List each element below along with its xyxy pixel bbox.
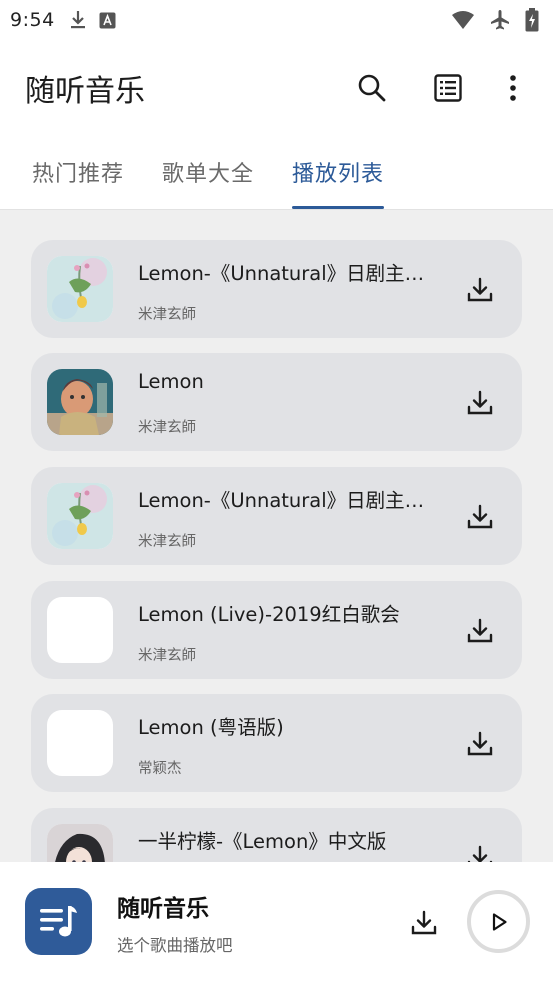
- status-bar: 9:54: [0, 0, 553, 40]
- album-cover: [47, 824, 113, 862]
- album-cover: [47, 597, 113, 663]
- album-cover: [47, 369, 113, 435]
- more-vert-icon: [510, 74, 516, 101]
- tab-playlists[interactable]: 歌单大全: [162, 135, 254, 209]
- download-button[interactable]: [462, 385, 498, 421]
- music-queue-icon: [39, 905, 77, 936]
- player-subtitle: 选个歌曲播放吧: [117, 936, 233, 955]
- app-bar: 随听音乐: [0, 40, 553, 135]
- download-icon: [467, 731, 493, 756]
- song-title: 一半柠檬-《Lemon》中文版: [138, 830, 387, 853]
- tab-play-list[interactable]: 播放列表: [292, 135, 385, 209]
- song-item[interactable]: Lemon (粤语版) 常颖杰: [31, 694, 522, 792]
- song-title: Lemon (Live)-2019红白歌会: [138, 603, 400, 626]
- a-notification-icon: [99, 12, 116, 29]
- download-button[interactable]: [462, 726, 498, 762]
- play-button[interactable]: [467, 890, 530, 953]
- tab-bar: 热门推荐 歌单大全 播放列表: [0, 135, 553, 210]
- song-title: Lemon (粤语版): [138, 716, 284, 739]
- song-item[interactable]: Lemon 米津玄師: [31, 353, 522, 451]
- battery-charging-icon: [525, 8, 539, 36]
- mini-player[interactable]: 随听音乐 选个歌曲播放吧: [0, 862, 553, 983]
- status-time: 9:54: [10, 9, 55, 31]
- song-artist: 米津玄師: [138, 648, 196, 664]
- song-artist: 米津玄師: [138, 307, 196, 323]
- search-icon: [358, 74, 386, 101]
- more-options-button[interactable]: [498, 62, 528, 114]
- download-icon: [467, 618, 493, 643]
- song-title: Lemon: [138, 370, 204, 393]
- download-button[interactable]: [462, 272, 498, 308]
- tab-hot-recommend[interactable]: 热门推荐: [32, 135, 124, 209]
- song-item[interactable]: 一半柠檬-《Lemon》中文版: [31, 808, 522, 862]
- wifi-icon: [451, 10, 475, 34]
- download-icon: [467, 504, 493, 529]
- song-item[interactable]: Lemon-《Unnatural》日剧主题曲 米津玄師: [31, 240, 522, 338]
- album-cover: [47, 483, 113, 549]
- song-item[interactable]: Lemon (Live)-2019红白歌会 米津玄師: [31, 581, 522, 679]
- download-icon: [467, 845, 493, 862]
- player-cover: [25, 888, 92, 955]
- download-button[interactable]: [462, 840, 498, 862]
- song-list[interactable]: Lemon-《Unnatural》日剧主题曲 米津玄師 Lemon 米津玄師 L…: [0, 210, 553, 862]
- airplane-icon: [489, 9, 511, 35]
- download-icon: [411, 910, 437, 935]
- list-view-button[interactable]: [422, 62, 474, 114]
- song-title: Lemon-《Unnatural》日剧主题曲: [138, 262, 438, 285]
- play-icon: [492, 912, 507, 931]
- download-button[interactable]: [462, 613, 498, 649]
- player-title: 随听音乐: [117, 896, 209, 922]
- download-icon: [69, 10, 87, 30]
- song-artist: 米津玄師: [138, 534, 196, 550]
- download-icon: [467, 390, 493, 415]
- player-download-button[interactable]: [406, 905, 442, 941]
- album-cover: [47, 256, 113, 322]
- song-title: Lemon-《Unnatural》日剧主题曲: [138, 489, 438, 512]
- song-item[interactable]: Lemon-《Unnatural》日剧主题曲 米津玄師: [31, 467, 522, 565]
- album-cover: [47, 710, 113, 776]
- download-button[interactable]: [462, 499, 498, 535]
- app-title: 随听音乐: [25, 73, 145, 109]
- song-artist: 常颖杰: [138, 761, 182, 777]
- list-view-icon: [434, 73, 462, 102]
- song-artist: 米津玄師: [138, 420, 196, 436]
- search-button[interactable]: [346, 62, 398, 114]
- download-icon: [467, 277, 493, 302]
